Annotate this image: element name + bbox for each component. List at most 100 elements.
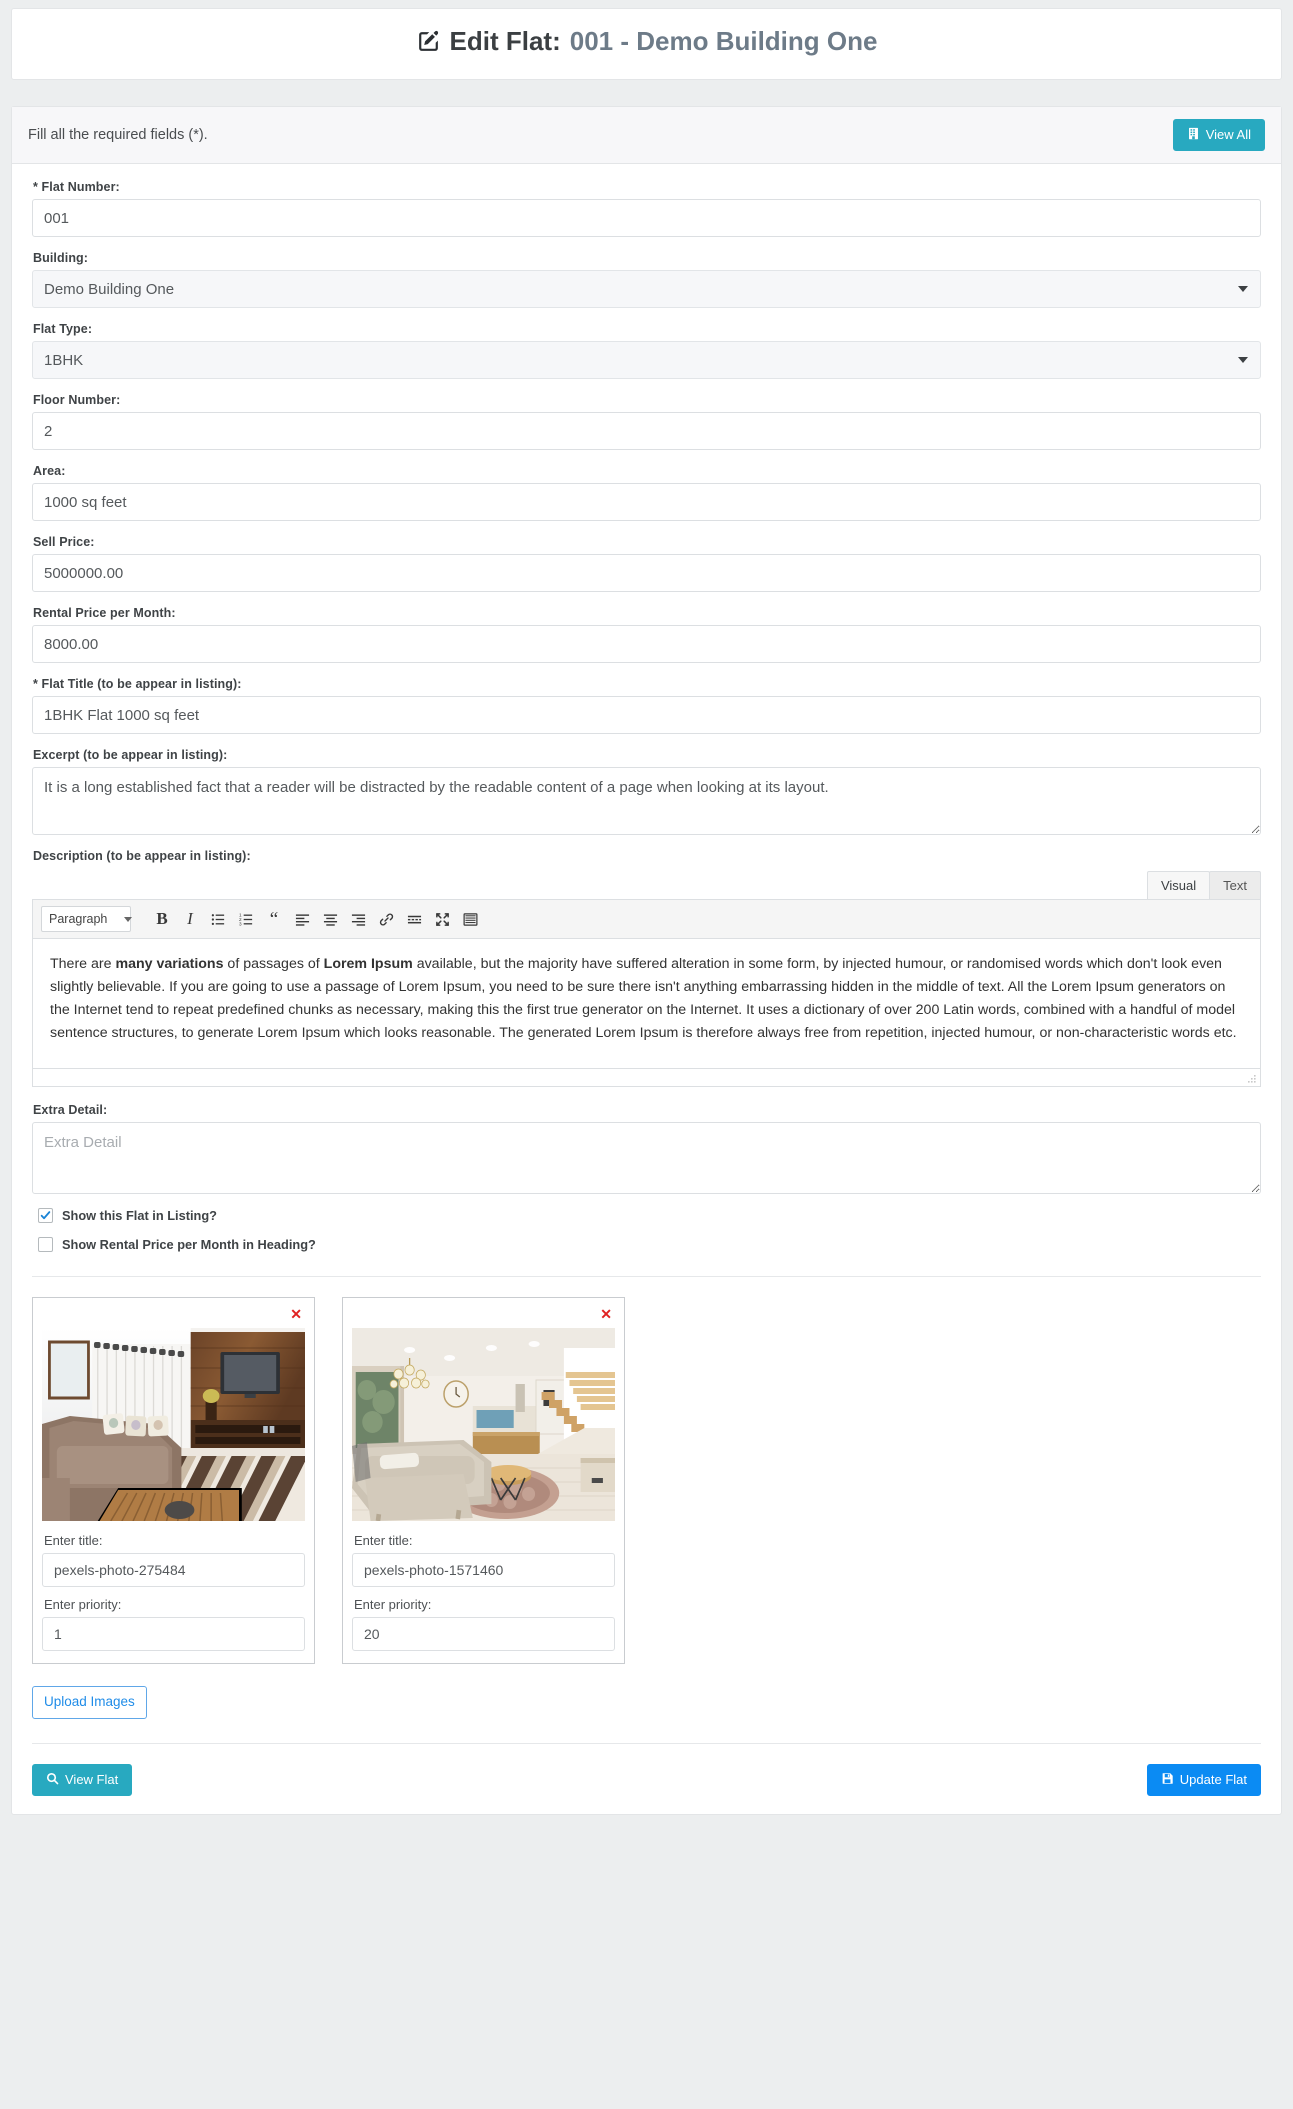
page-title-prefix: Edit Flat: — [449, 26, 561, 56]
flat-number-input[interactable] — [32, 199, 1261, 238]
checkbox-row-show-rental-in-heading: Show Rental Price per Month in Heading? — [38, 1237, 1261, 1253]
divider — [32, 1742, 1261, 1744]
excerpt-label: Excerpt (to be appear in listing): — [33, 748, 228, 763]
view-all-button[interactable]: View All — [1172, 118, 1265, 152]
view-all-label: View All — [1205, 127, 1251, 143]
image-thumbnail-living-room — [42, 1328, 305, 1522]
wysiwyg-editor: Visual Text Paragraph B I 1 2 3 “ There … — [32, 870, 1261, 1088]
image-thumbnail-modern-living-room — [352, 1328, 615, 1522]
upload-images-row: Upload Images — [32, 1686, 1261, 1719]
flat-type-select[interactable]: 1BHK — [32, 341, 1261, 380]
field-description: Description (to be appear in listing): V… — [32, 849, 1261, 1088]
excerpt-textarea[interactable]: It is a long established fact that a rea… — [32, 767, 1261, 836]
field-extra-detail: Extra Detail: — [32, 1103, 1261, 1195]
bulleted-list-icon[interactable] — [205, 906, 231, 932]
image-title-input[interactable] — [42, 1553, 305, 1588]
show-rental-in-heading-label[interactable]: Show Rental Price per Month in Heading? — [62, 1237, 316, 1252]
read-more-icon[interactable] — [401, 906, 427, 932]
resize-handle[interactable] — [1247, 1074, 1257, 1084]
building-select[interactable]: Demo Building One — [32, 270, 1261, 309]
flat-title-input[interactable] — [32, 696, 1261, 735]
sell-price-input[interactable] — [32, 554, 1261, 593]
toolbar-toggle-icon[interactable] — [457, 906, 483, 932]
editor-bold-2: Lorem Ipsum — [323, 956, 413, 973]
page-root: Edit Flat: 001 - Demo Building One Fill … — [0, 0, 1293, 1835]
page-title-value: 001 - Demo Building One — [569, 26, 878, 56]
align-right-icon[interactable] — [345, 906, 371, 932]
align-left-icon[interactable] — [289, 906, 315, 932]
flat-type-label: Flat Type: — [33, 322, 93, 337]
field-floor-number: Floor Number: — [32, 393, 1261, 451]
rental-price-input[interactable] — [32, 625, 1261, 664]
insert-link-icon[interactable] — [373, 906, 399, 932]
view-flat-label: View Flat — [65, 1772, 119, 1788]
flat-type-select-wrap: 1BHK — [32, 341, 1261, 380]
align-center-icon[interactable] — [317, 906, 343, 932]
extra-detail-textarea[interactable] — [32, 1122, 1261, 1195]
image-priority-input[interactable] — [352, 1617, 615, 1652]
numbered-list-icon[interactable]: 1 2 3 — [233, 906, 259, 932]
building-select-wrap: Demo Building One — [32, 270, 1261, 309]
update-flat-button[interactable]: Update Flat — [1146, 1763, 1261, 1797]
show-in-listing-label[interactable]: Show this Flat in Listing? — [62, 1208, 217, 1223]
tab-visual[interactable]: Visual — [1146, 870, 1211, 900]
bold-icon[interactable]: B — [149, 906, 175, 932]
extra-detail-label: Extra Detail: — [33, 1103, 108, 1118]
card-body: * Flat Number: Building: Demo Building O… — [12, 164, 1281, 1814]
required-fields-notice: Fill all the required fields (*). — [28, 127, 208, 144]
field-sell-price: Sell Price: — [32, 535, 1261, 593]
check-icon — [40, 1211, 51, 1220]
image-title-label: Enter title: — [354, 1533, 413, 1549]
image-title-label: Enter title: — [44, 1533, 103, 1549]
rental-price-label: Rental Price per Month: — [33, 606, 176, 621]
image-card: ✕ — [32, 1297, 315, 1665]
image-title-input[interactable] — [352, 1553, 615, 1588]
building-label: Building: — [33, 251, 89, 266]
image-priority-label: Enter priority: — [44, 1597, 122, 1613]
field-area: Area: — [32, 464, 1261, 522]
edit-pencil-square-icon — [416, 29, 441, 54]
image-priority-label: Enter priority: — [354, 1597, 432, 1613]
show-rental-in-heading-checkbox[interactable] — [38, 1237, 53, 1253]
floor-number-label: Floor Number: — [33, 393, 121, 408]
area-input[interactable] — [32, 483, 1261, 522]
image-card-header: ✕ — [352, 1307, 615, 1323]
close-icon[interactable]: ✕ — [287, 1307, 305, 1323]
building-icon — [1187, 127, 1200, 144]
image-priority-input[interactable] — [42, 1617, 305, 1652]
close-icon[interactable]: ✕ — [597, 1307, 615, 1323]
view-flat-button[interactable]: View Flat — [32, 1763, 133, 1797]
field-flat-title: * Flat Title (to be appear in listing): — [32, 677, 1261, 735]
svg-text:3: 3 — [239, 921, 242, 926]
editor-text-2: of passages of — [223, 956, 324, 973]
show-in-listing-checkbox[interactable] — [38, 1208, 53, 1224]
editor-footer — [32, 1069, 1261, 1088]
edit-flat-card: Fill all the required fields (*). View A… — [11, 105, 1282, 1816]
checkbox-row-show-in-listing: Show this Flat in Listing? — [38, 1208, 1261, 1224]
flat-number-label: * Flat Number: — [33, 180, 120, 195]
search-icon — [46, 1772, 59, 1789]
save-floppy-icon — [1161, 1772, 1174, 1789]
editor-paragraph: There are many variations of passages of… — [50, 953, 1243, 1045]
italic-icon[interactable]: I — [177, 906, 203, 932]
tab-text[interactable]: Text — [1209, 870, 1261, 900]
image-card-header: ✕ — [42, 1307, 305, 1323]
editor-text-1: There are — [50, 956, 116, 973]
paragraph-format-select[interactable]: Paragraph — [41, 906, 131, 933]
field-rental-price: Rental Price per Month: — [32, 606, 1261, 664]
page-title: Edit Flat: 001 - Demo Building One — [416, 26, 878, 56]
field-flat-type: Flat Type: 1BHK — [32, 322, 1261, 380]
update-flat-label: Update Flat — [1179, 1772, 1247, 1788]
blockquote-icon[interactable]: “ — [261, 906, 287, 932]
editor-tabs: Visual Text — [32, 870, 1261, 900]
flat-title-label: * Flat Title (to be appear in listing): — [33, 677, 242, 692]
sell-price-label: Sell Price: — [33, 535, 95, 550]
image-card: ✕ — [342, 1297, 625, 1665]
floor-number-input[interactable] — [32, 412, 1261, 451]
card-header: Fill all the required fields (*). View A… — [12, 106, 1281, 165]
fullscreen-icon[interactable] — [429, 906, 455, 932]
paragraph-format-select-wrap: Paragraph — [41, 906, 139, 933]
upload-images-button[interactable]: Upload Images — [32, 1686, 147, 1719]
divider — [32, 1276, 1261, 1278]
editor-content-area[interactable]: There are many variations of passages of… — [32, 939, 1261, 1070]
